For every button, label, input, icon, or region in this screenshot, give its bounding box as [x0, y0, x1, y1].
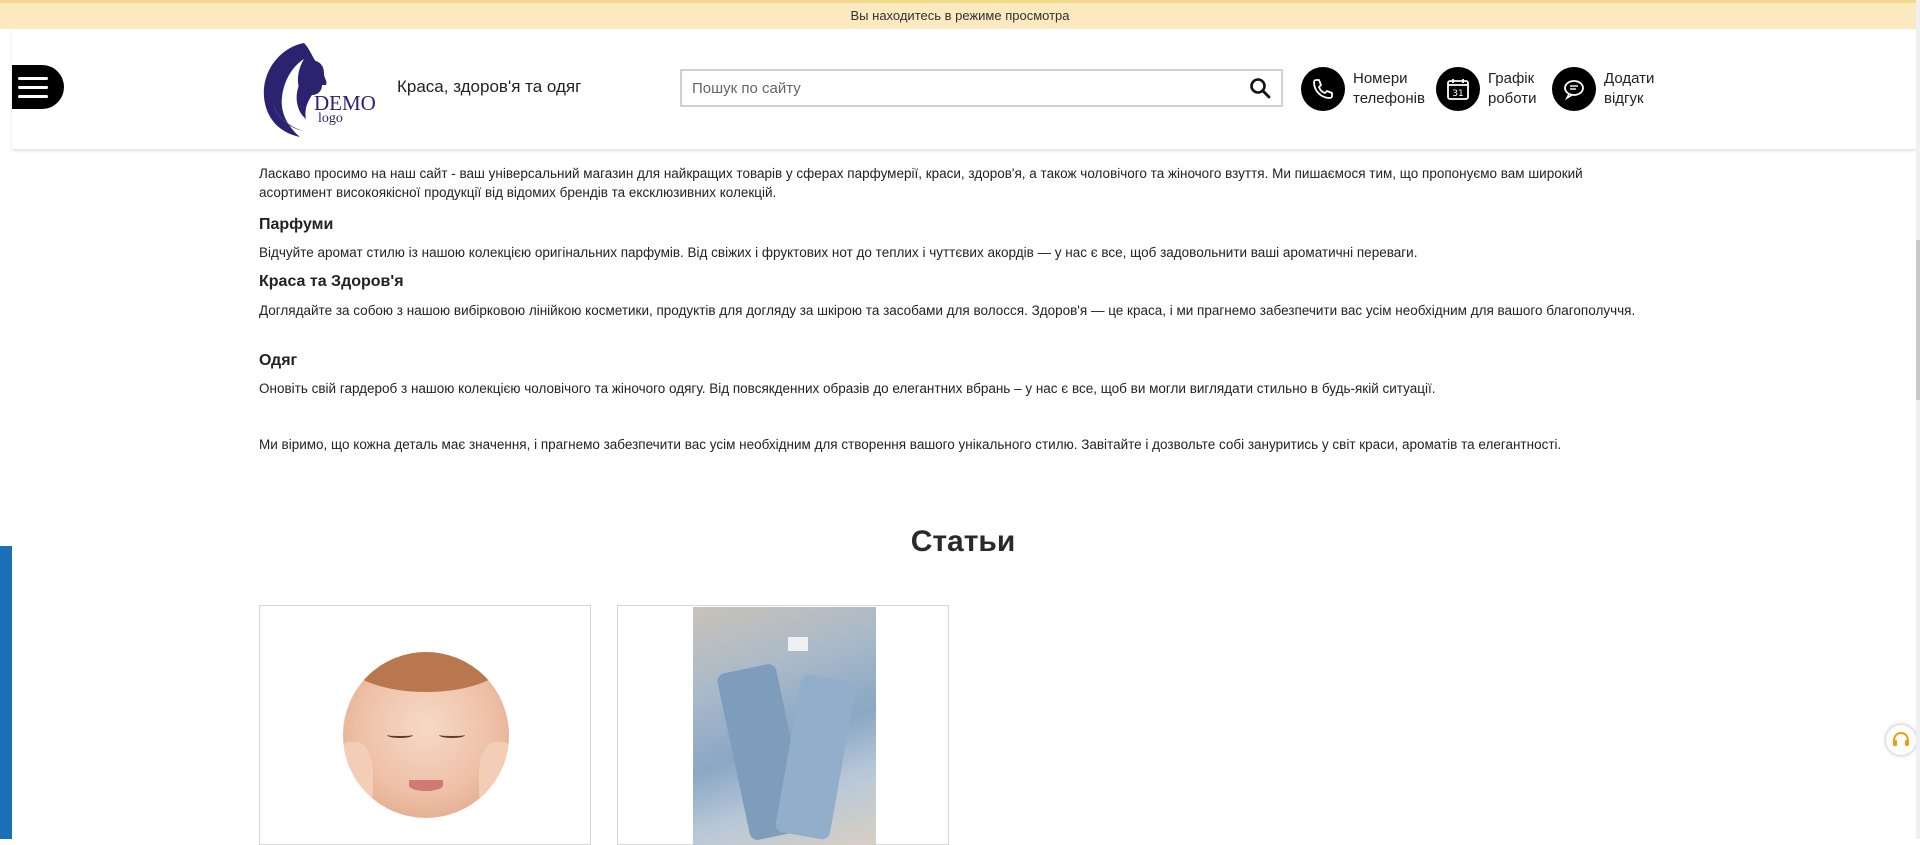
search-button[interactable] — [1249, 77, 1273, 101]
support-chat-button[interactable] — [1886, 725, 1916, 755]
page-scrollbar[interactable] — [1916, 0, 1920, 839]
article-image-jeans[interactable] — [693, 607, 876, 845]
logo-subtext: logo — [318, 111, 343, 126]
perfume-paragraph: Відчуйте аромат стилю із нашою колекцією… — [259, 245, 1418, 260]
headset-icon — [1893, 731, 1909, 746]
articles-heading: Статьи — [910, 525, 1016, 558]
review-label-line1: Додати — [1604, 70, 1655, 87]
search-input[interactable] — [682, 71, 1242, 105]
phone-icon — [1313, 79, 1333, 99]
hours-label-line1: Графік — [1488, 70, 1535, 87]
menu-button[interactable] — [12, 65, 64, 109]
calendar-day: 31 — [1452, 89, 1463, 99]
review-icon — [1564, 80, 1584, 101]
intro-paragraph: Ласкаво просимо на наш сайт - ваш універ… — [259, 166, 1583, 200]
side-accent-bar — [0, 546, 12, 839]
phone-label-line1: Номери — [1353, 70, 1408, 87]
closing-paragraph: Ми віримо, що кожна деталь має значення,… — [259, 437, 1562, 452]
clothing-heading: Одяг — [259, 352, 298, 369]
phone-label-line2: телефонів — [1353, 90, 1425, 107]
review-label-line2: відгук — [1604, 90, 1644, 107]
article-image-face[interactable] — [343, 652, 509, 818]
preview-mode-banner: Вы находитесь в режиме просмотра — [0, 0, 1920, 29]
search-box — [680, 69, 1283, 107]
search-icon — [1250, 78, 1271, 99]
clothing-paragraph: Оновіть свій гардероб з нашою колекцією … — [259, 381, 1436, 396]
site-tagline: Краса, здоров'я та одяг — [397, 77, 582, 96]
site-header: DEMO logo Краса, здоров'я та одяг Номери… — [12, 29, 1916, 149]
article-card-beauty[interactable] — [259, 605, 591, 845]
logo-text: DEMO — [314, 91, 376, 115]
perfume-heading: Парфуми — [259, 216, 334, 233]
article-card-jeans[interactable] — [617, 605, 949, 845]
beauty-heading: Краса та Здоров'я — [259, 273, 404, 290]
beauty-paragraph: Доглядайте за собою з нашою вибірковою л… — [259, 303, 1636, 318]
calendar-icon: 31 — [1447, 79, 1469, 100]
hours-label-line2: роботи — [1488, 90, 1537, 107]
